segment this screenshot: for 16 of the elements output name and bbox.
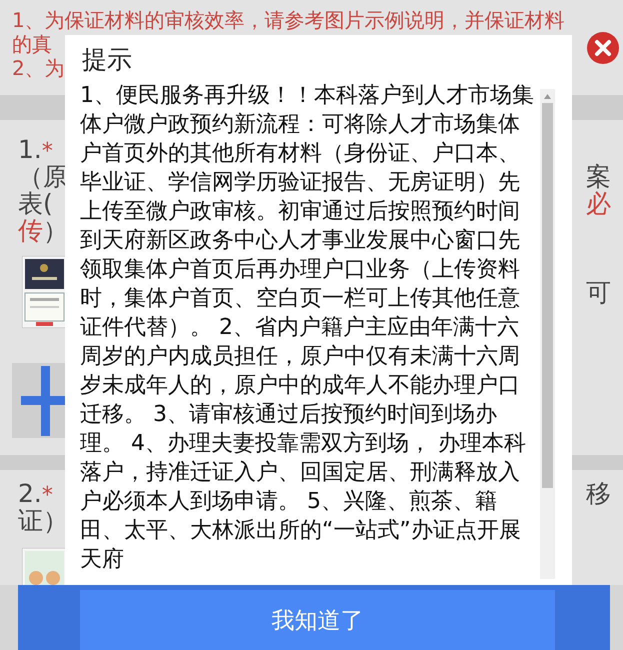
confirm-button[interactable]: 我知道了 xyxy=(80,590,555,650)
required-mark: * xyxy=(42,483,53,508)
field-label-text: 必 xyxy=(586,189,611,220)
field-label-text: 案 xyxy=(586,161,611,191)
notice-text: 2、为 xyxy=(12,56,65,80)
required-mark: * xyxy=(42,139,53,164)
dialog-text: 1、便民服务再升级！！本科落户到人才市场集体户微户政预约新流程：可将除人才市场集体户首页外的其他所有材料（身份证、户口本、毕业证、学信网学历验证报告、无房证明）先上传至微户政审核。初审通过后按照预约时间到天府新区政务中心人才事业发展中心窗口先领取集体户首页后再办理户口业务（上传资料时，集体户首页、空白页一栏可上传其他任意证件代替）。 2、省内户籍户主应由年满十六周岁的户内成员担任，原户中仅有未满十六周岁未成年人的，原户中的成年人不能办理户口迁移。 3、请审核通过后按预约时间到场办理。 4、办理夫妻投靠需双方到场， 办理本科落户，持准迁证入户、回国定居、刑满释放入户必须本人到场申请。 5、兴隆、煎茶、籍田、太平、大林派出所的“一站式”办证点开展天府 xyxy=(80,82,535,574)
field-label-text: 1. xyxy=(18,135,42,164)
field-label-text: 证） xyxy=(18,505,68,537)
field-label-text: 可 xyxy=(586,276,611,308)
field-label-text: 移 xyxy=(586,478,611,510)
field-label-text: （原 xyxy=(18,161,68,192)
notice-text: 1、为保证材料的审核效率，请参考图片示例说明，并保证材料 xyxy=(12,8,565,32)
dialog-title: 提示 xyxy=(81,44,133,76)
field-label-text: 2. xyxy=(18,479,42,508)
notice-text: 的真 xyxy=(12,32,52,56)
